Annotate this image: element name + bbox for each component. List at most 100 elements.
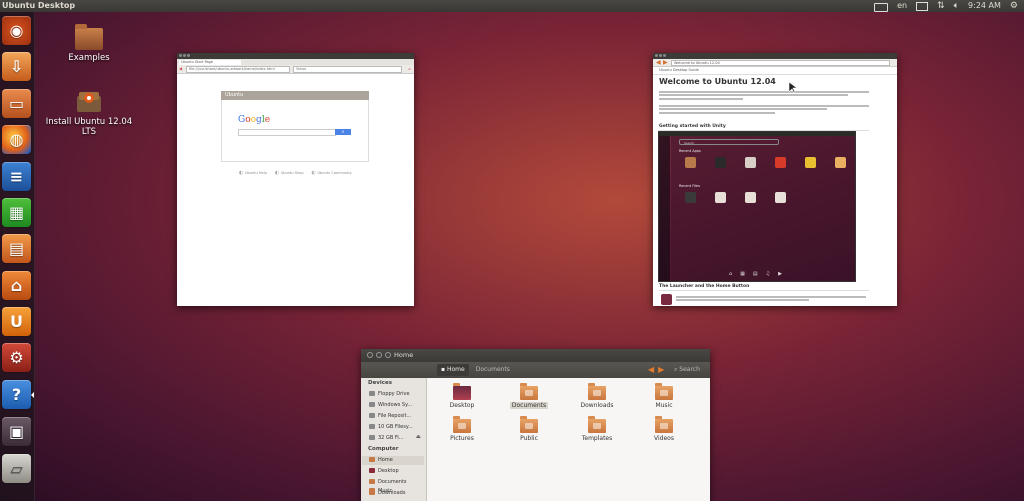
start-page-header: Ubuntu [221, 91, 369, 100]
help-window[interactable]: ◀ ▶ Welcome to Ubuntu 12.04 Ubuntu Deskt… [653, 53, 897, 306]
active-indicator-icon [31, 392, 34, 398]
launcher-item-trash[interactable]: ▱ [2, 454, 31, 483]
volume-icon[interactable]: 🔈︎ [954, 0, 959, 12]
desktop-icon-install-ubuntu[interactable]: Install Ubuntu 12.04 LTS [44, 88, 134, 137]
drive-icon [369, 391, 375, 396]
folder-templates[interactable]: Templates [575, 416, 619, 442]
search-input[interactable]: Yahoo [293, 66, 402, 73]
forward-arrow-icon[interactable]: ▶ [663, 59, 668, 66]
firefox-window[interactable]: Ubuntu Start Page ◀ file:///usr/share/ub… [177, 53, 414, 306]
url-input[interactable]: file:///usr/share/ubuntu-artwork/home/in… [186, 66, 290, 73]
minimize-icon [376, 352, 382, 358]
trash-icon: ▱ [10, 459, 23, 478]
maximize-icon [385, 352, 391, 358]
launcher-item-impress[interactable]: ▤ [2, 234, 31, 263]
home-folder-icon [369, 457, 375, 462]
folder-public[interactable]: Public [507, 416, 551, 442]
window-controls[interactable] [655, 54, 666, 57]
documents-folder-icon [520, 383, 538, 400]
path-home-button[interactable]: ▪ Home [437, 364, 469, 376]
back-icon[interactable]: ◀ [179, 66, 182, 71]
files-content-area: Desktop Documents Downloads Music Pictur… [427, 378, 710, 501]
templates-folder-icon [588, 416, 606, 433]
sidebar-item-desktop[interactable]: Desktop [369, 467, 425, 476]
sidebar-item-floppy[interactable]: Floppy Drive [369, 390, 425, 399]
google-search-input[interactable] [238, 129, 336, 136]
clock[interactable]: 9:24 AM [968, 0, 1001, 12]
home-icon[interactable]: ⌂ [408, 66, 411, 71]
desktop-icon-examples[interactable]: Examples [44, 24, 134, 63]
back-arrow-icon[interactable]: ◀ [648, 365, 654, 374]
launcher-item-software-centre[interactable]: ⌂ [2, 271, 31, 300]
google-logo: Google [238, 115, 271, 125]
divider [659, 290, 869, 291]
sidebar-item-32gb[interactable]: 32 GB Fi... [369, 434, 415, 443]
launcher-item-workspace-switcher[interactable]: ▣ [2, 417, 31, 446]
forward-arrow-icon[interactable]: ▶ [658, 365, 664, 374]
app-icon [805, 157, 816, 168]
folder-documents[interactable]: Documents [507, 383, 551, 409]
folder-music[interactable]: Music [642, 383, 686, 409]
sidebar-item-file-repository[interactable]: File Reposit... [369, 412, 425, 421]
screenshot-search-box: Search [679, 139, 779, 145]
back-arrow-icon[interactable]: ◀ [656, 59, 661, 66]
launcher-item-calc[interactable]: ▦ [2, 198, 31, 227]
drive-icon [369, 402, 375, 407]
window-controls[interactable] [179, 54, 190, 57]
file-icon [685, 192, 696, 203]
folder-downloads[interactable]: Downloads [575, 383, 619, 409]
indicator-area: en ⇅ 🔈︎ 9:24 AM ⚙ [874, 0, 1018, 12]
link-ubuntu-community[interactable]: Ubuntu Community [312, 170, 352, 176]
session-menu-icon[interactable]: ⚙ [1010, 0, 1018, 12]
help-address-field[interactable]: Welcome to Ubuntu 12.04 [671, 60, 890, 66]
launcher-item-writer[interactable]: ≡ [2, 162, 31, 191]
installer-icon [74, 88, 104, 114]
mail-icon[interactable] [916, 1, 929, 11]
sidebar-item-home[interactable]: Home [362, 456, 424, 465]
eject-icon[interactable]: ⏏ [416, 434, 421, 440]
launcher-item-installer[interactable]: ⇩ [2, 52, 31, 81]
section-heading: The Launcher and the Home Button [659, 284, 750, 289]
music-folder-icon [369, 488, 375, 493]
breadcrumb[interactable]: Ubuntu Desktop Guide [653, 67, 897, 75]
sidebar-header-computer: Computer [368, 446, 399, 452]
files-search-button[interactable]: ⌕ Search [674, 365, 700, 375]
drive-icon [369, 435, 375, 440]
music-folder-icon [655, 383, 673, 400]
folder-desktop[interactable]: Desktop [440, 383, 484, 409]
help-icon: ? [11, 385, 22, 404]
network-icon[interactable]: ⇅ [937, 0, 945, 12]
launcher-item-dash-home[interactable]: ◉ [2, 16, 31, 45]
language-indicator[interactable]: en [897, 0, 907, 12]
page-title: Welcome to Ubuntu 12.04 [659, 77, 776, 86]
launcher-thumbnail-icon [661, 294, 672, 305]
window-controls[interactable] [367, 352, 391, 358]
keyboard-icon[interactable] [874, 2, 889, 12]
ubuntu-one-icon: U [10, 312, 23, 331]
file-icon [745, 192, 756, 203]
path-documents-button[interactable]: Documents [472, 364, 514, 376]
drive-icon [369, 413, 375, 418]
drive-icon [369, 424, 375, 429]
launcher-item-ubuntu-one[interactable]: U [2, 307, 31, 336]
files-window[interactable]: Home ▪ Home Documents ◀ ▶ ⌕ Search Devic… [361, 349, 710, 501]
sidebar-item-10gb[interactable]: 10 GB Filesy... [369, 423, 425, 432]
launcher-item-help[interactable]: ? [2, 380, 31, 409]
link-ubuntu-shop[interactable]: Ubuntu Shop [275, 170, 304, 176]
launcher-item-files[interactable]: ▭ [2, 89, 31, 118]
software-centre-icon: ⌂ [10, 276, 23, 295]
desktop-folder-icon [453, 383, 471, 400]
sidebar-item-music-label[interactable]: Music [369, 488, 392, 494]
intro-paragraph [659, 89, 869, 101]
launcher-item-firefox[interactable]: ◍ [2, 125, 31, 154]
google-search-button[interactable]: ⌕ [335, 129, 351, 135]
launcher-item-settings[interactable]: ⚙ [2, 343, 31, 372]
folder-pictures[interactable]: Pictures [440, 416, 484, 442]
link-ubuntu-help[interactable]: Ubuntu Help [239, 170, 267, 176]
folder-videos[interactable]: Videos [642, 416, 686, 442]
sidebar-item-documents[interactable]: Documents [369, 478, 425, 487]
intro-paragraph-2 [659, 103, 869, 115]
sidebar-item-windows[interactable]: Windows Sy... [369, 401, 425, 410]
screenshot-dash [671, 136, 855, 281]
window-titlebar[interactable]: Home [361, 349, 710, 362]
